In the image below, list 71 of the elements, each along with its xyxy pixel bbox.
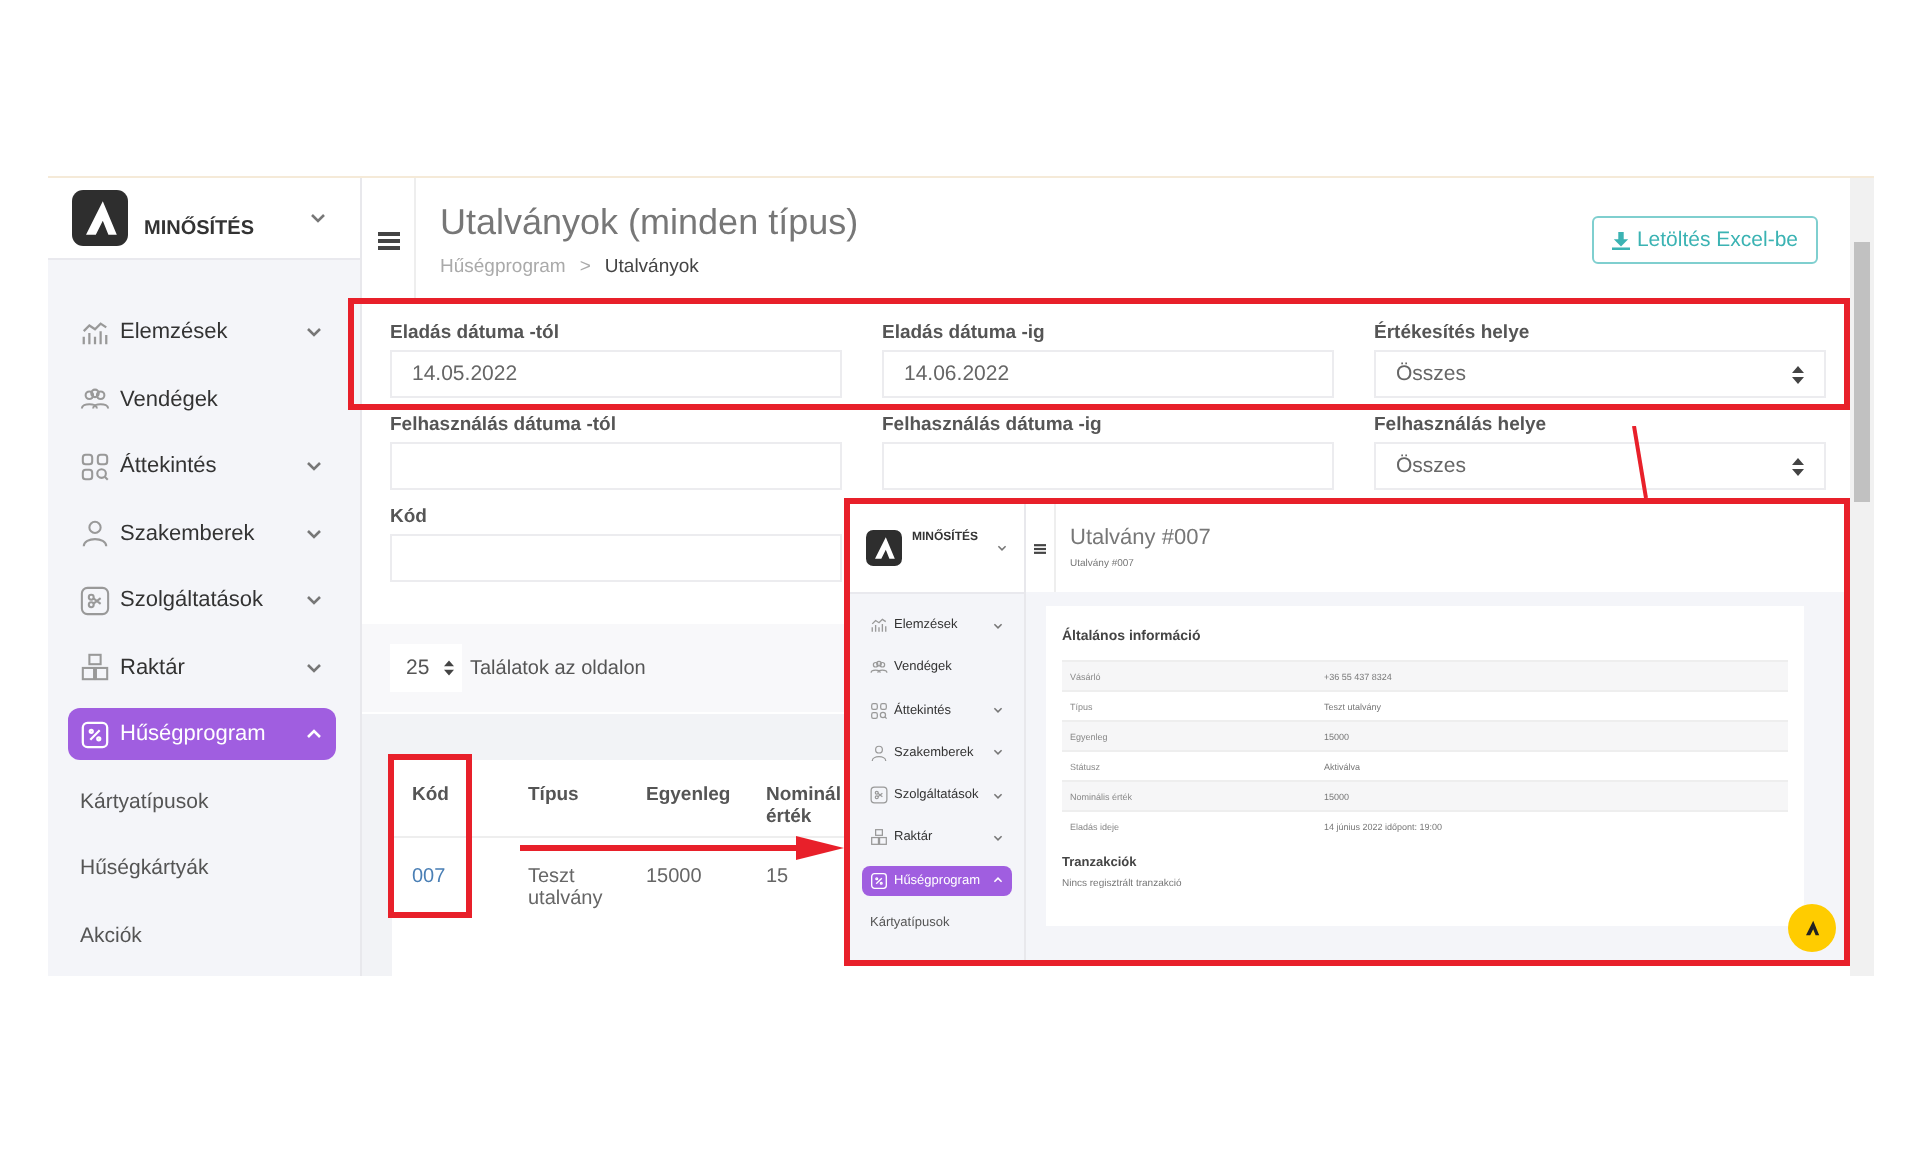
chart-icon bbox=[80, 317, 110, 347]
chevron-icon bbox=[996, 542, 1008, 554]
filter-label: Értékesítés helye bbox=[1374, 322, 1532, 344]
chevron-icon bbox=[308, 208, 328, 228]
table-cell-text: Teszt utalvány bbox=[528, 866, 605, 910]
column-header: Típus bbox=[528, 784, 579, 806]
select-field[interactable]: Összes bbox=[1374, 442, 1826, 490]
column-header: Nominál érték bbox=[766, 784, 843, 828]
sidebar-item[interactable]: Elemzések bbox=[68, 306, 336, 358]
select-arrows-icon bbox=[1792, 457, 1804, 475]
column-header: Kód bbox=[412, 784, 449, 806]
boxes-icon bbox=[870, 828, 888, 847]
boxes-icon bbox=[80, 652, 110, 682]
user-icon bbox=[80, 518, 110, 548]
code-link[interactable]: 007 bbox=[412, 866, 446, 888]
filter-label: Felhasználás dátuma -ig bbox=[882, 414, 1104, 436]
sidebar-item[interactable]: Vendégek bbox=[68, 373, 336, 425]
column-header: Egyenleg bbox=[646, 784, 731, 806]
select-arrows-icon bbox=[444, 660, 454, 676]
table-cell: 15000 bbox=[646, 866, 702, 888]
ticket-icon bbox=[870, 871, 888, 890]
help-button[interactable] bbox=[1788, 904, 1836, 952]
sidebar-item-label: Elemzések bbox=[120, 320, 230, 344]
sidebar-item[interactable]: Hűségprogram bbox=[68, 708, 336, 760]
sidebar-subitem[interactable]: Akciók bbox=[68, 909, 336, 961]
menu-icon[interactable] bbox=[377, 231, 399, 249]
table-cell: 15 bbox=[766, 866, 789, 888]
page-size-label: Találatok az oldalon bbox=[470, 657, 646, 679]
scissors-icon bbox=[80, 585, 110, 615]
ticket-icon bbox=[80, 719, 110, 749]
sidebar-item[interactable]: Áttekintés bbox=[68, 440, 336, 492]
menu-icon[interactable] bbox=[1034, 543, 1046, 553]
sidebar-item-label: Vendégek bbox=[120, 387, 220, 411]
filter-label: Kód bbox=[390, 506, 429, 528]
grid-icon bbox=[80, 451, 110, 481]
logo-icon bbox=[866, 530, 902, 566]
users-icon bbox=[80, 384, 110, 414]
filter-label: Felhasználás dátuma -tól bbox=[390, 414, 618, 436]
download-icon bbox=[1612, 231, 1631, 249]
sidebar-item-label: Raktár bbox=[120, 655, 187, 679]
logo-icon bbox=[72, 190, 128, 246]
sidebar-item-label: Szolgáltatások bbox=[120, 588, 266, 612]
user-icon bbox=[870, 743, 888, 762]
logo-icon bbox=[1800, 916, 1824, 940]
sidebar-item-label: Áttekintés bbox=[120, 454, 219, 478]
input-field[interactable]: 14.05.2022 bbox=[390, 350, 842, 398]
input-field[interactable] bbox=[390, 534, 842, 582]
scrollbar[interactable] bbox=[1850, 178, 1874, 976]
sidebar-item-label: Hűségprogram bbox=[120, 722, 268, 746]
page-title: Utalványok (minden típus) bbox=[440, 202, 861, 244]
page-title: Utalvány #007 bbox=[1070, 526, 1211, 550]
chart-icon bbox=[870, 616, 888, 634]
input-field[interactable]: 14.06.2022 bbox=[882, 350, 1334, 398]
sidebar-item[interactable]: Raktár bbox=[68, 641, 336, 693]
sidebar-subitem[interactable]: Hűségkártyák bbox=[68, 842, 336, 894]
sidebar-item[interactable]: Szakemberek bbox=[68, 507, 336, 559]
users-icon bbox=[870, 658, 888, 677]
select-arrows-icon bbox=[1792, 365, 1804, 383]
filter-label: Eladás dátuma -tól bbox=[390, 322, 561, 344]
select-field[interactable]: Összes bbox=[1374, 350, 1826, 398]
breadcrumb-separator: > bbox=[579, 256, 591, 278]
sidebar-subitem[interactable]: Kártyatípusok bbox=[68, 775, 336, 827]
filter-label: Felhasználás helye bbox=[1374, 414, 1549, 436]
sidebar-item[interactable]: Szolgáltatások bbox=[68, 574, 336, 626]
brand-name: MINŐSÍTÉS bbox=[144, 218, 257, 240]
page-size-select[interactable]: 25 bbox=[390, 644, 462, 692]
filter-label: Eladás dátuma -ig bbox=[882, 322, 1047, 344]
breadcrumb-item: Utalványok bbox=[604, 256, 699, 278]
sidebar-item-label: Szakemberek bbox=[120, 521, 257, 545]
grid-icon bbox=[870, 701, 888, 720]
scissors-icon bbox=[870, 786, 888, 805]
